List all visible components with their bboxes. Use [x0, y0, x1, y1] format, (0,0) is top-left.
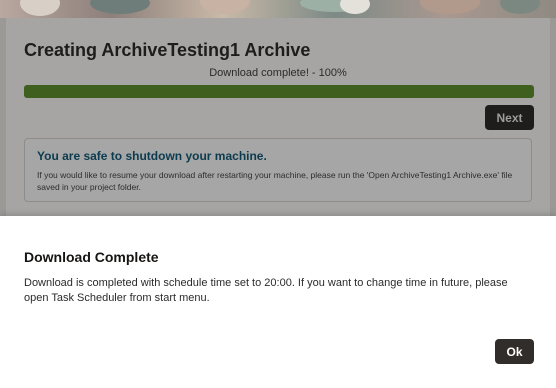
shutdown-notice: You are safe to shutdown your machine. I…: [24, 138, 532, 202]
progress-status-text: Download complete! - 100%: [209, 67, 347, 79]
ok-button[interactable]: Ok: [495, 339, 534, 364]
next-button[interactable]: Next: [485, 105, 534, 130]
notice-body: If you would like to resume your downloa…: [37, 170, 513, 192]
dialog-message: Download is completed with schedule time…: [24, 277, 508, 304]
dialog-title: Download Complete: [24, 249, 159, 265]
page-title: Creating ArchiveTesting1 Archive: [24, 40, 311, 60]
progress-bar: [24, 85, 534, 98]
header-banner-image: [0, 0, 556, 18]
progress-bar-fill: [24, 85, 534, 98]
notice-title: You are safe to shutdown your machine.: [37, 149, 267, 163]
download-complete-dialog: Download Complete Download is completed …: [0, 216, 556, 388]
